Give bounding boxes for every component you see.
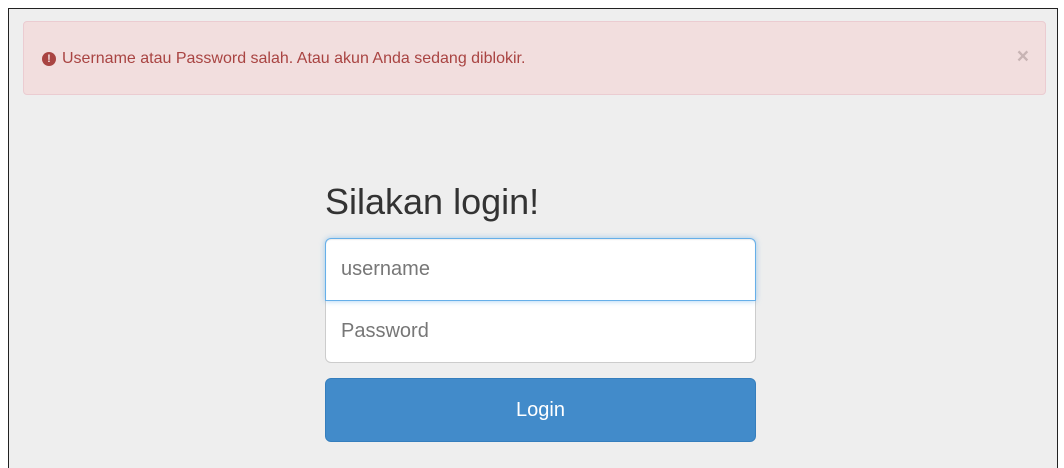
login-title: Silakan login! xyxy=(325,181,540,222)
alert-message: Username atau Password salah. Atau akun … xyxy=(62,50,526,67)
close-icon[interactable]: × xyxy=(1017,46,1029,68)
error-alert: ! Username atau Password salah. Atau aku… xyxy=(23,21,1046,95)
username-input[interactable] xyxy=(325,238,756,301)
page-frame: ! Username atau Password salah. Atau aku… xyxy=(8,8,1058,468)
login-form: Silakan login! Login xyxy=(325,176,756,442)
login-button[interactable]: Login xyxy=(325,378,756,442)
password-input[interactable] xyxy=(325,300,756,363)
exclamation-circle-icon: ! xyxy=(42,52,56,66)
